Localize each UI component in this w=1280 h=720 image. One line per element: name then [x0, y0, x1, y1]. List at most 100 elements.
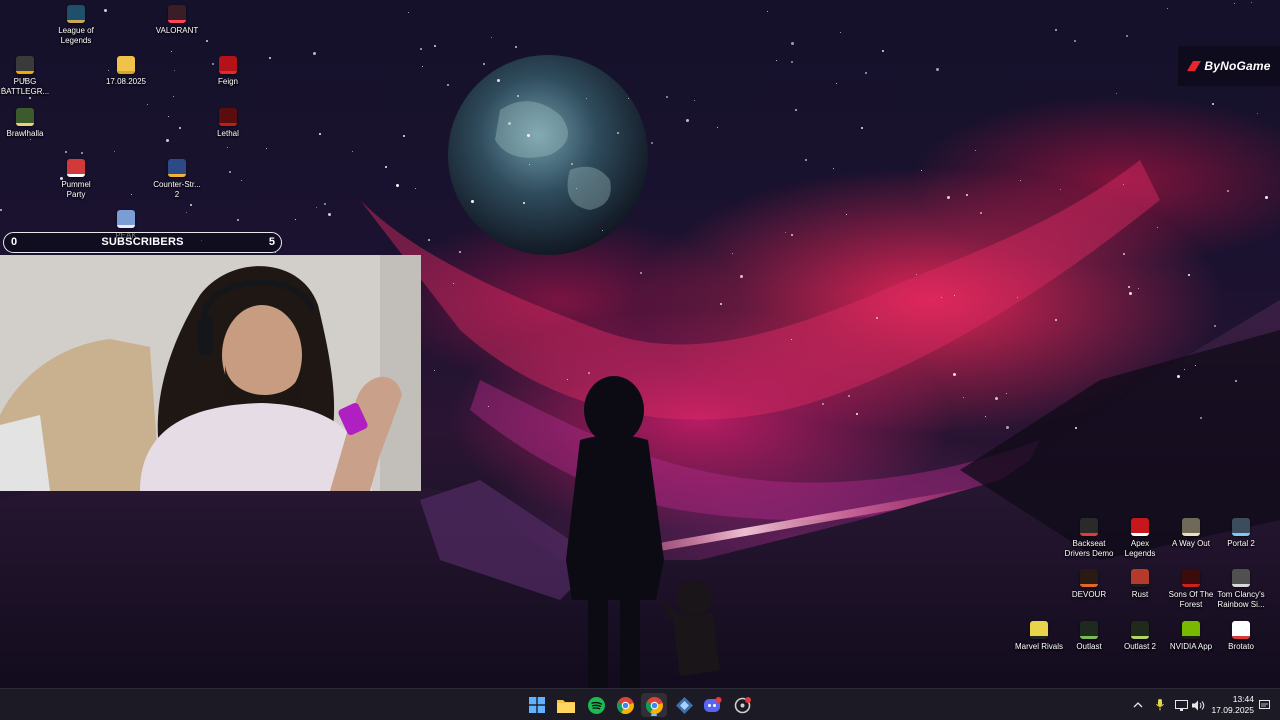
desktop-icon-rainbow-six[interactable]: Tom Clancy's Rainbow Si... [1205, 569, 1277, 615]
taskbar-clock[interactable]: 13:44 17.09.2025 [1204, 694, 1254, 716]
star [916, 274, 917, 275]
star [269, 57, 271, 59]
desktop-icon-label: Pummel Party [61, 180, 91, 199]
valorant-icon [168, 5, 186, 23]
star [833, 168, 834, 169]
star [1129, 292, 1132, 295]
star [523, 202, 525, 204]
star [686, 119, 689, 122]
desktop-icon-league-of-legends[interactable]: League of Legends [40, 5, 112, 51]
star [717, 127, 718, 128]
star [237, 219, 239, 221]
star [434, 370, 435, 371]
star [791, 234, 793, 236]
desktop-icon-pummel-party[interactable]: Pummel Party [40, 159, 112, 205]
spotify-icon[interactable] [583, 693, 609, 717]
star [694, 100, 695, 101]
star [776, 60, 777, 61]
star [488, 406, 489, 407]
notification-icon[interactable] [1256, 697, 1272, 713]
desktop-icon-portal-2[interactable]: Portal 2 [1205, 518, 1277, 564]
star [740, 275, 743, 278]
star [1075, 427, 1077, 429]
recording-app-icon[interactable] [729, 693, 755, 717]
star [1234, 3, 1235, 4]
star [396, 184, 399, 187]
file-explorer-icon[interactable] [553, 693, 579, 717]
star [640, 272, 642, 274]
star [434, 45, 436, 47]
star [947, 196, 950, 199]
desktop-icon-folder[interactable]: 17.08.2025 [90, 56, 162, 102]
desktop-icon-pubg[interactable]: PUBG BATTLEGR... [0, 56, 61, 102]
star [963, 397, 964, 398]
star [403, 135, 405, 137]
discord-icon[interactable] [700, 693, 726, 717]
star [266, 148, 267, 149]
star [229, 171, 231, 173]
chrome-icon[interactable] [612, 693, 638, 717]
network-icon[interactable] [1173, 697, 1189, 713]
star [422, 66, 423, 67]
backseat-drivers-icon [1080, 518, 1098, 536]
star [1126, 35, 1128, 37]
app-icon[interactable] [671, 693, 697, 717]
star [114, 151, 115, 152]
star [571, 163, 573, 165]
clock-date: 17.09.2025 [1211, 705, 1254, 715]
star [1227, 190, 1229, 192]
star [1055, 29, 1057, 31]
desktop-icon-valorant[interactable]: VALORANT [141, 5, 213, 51]
star [1128, 286, 1130, 288]
taskbar: 13:44 17.09.2025 [0, 688, 1280, 720]
star [508, 122, 511, 125]
desktop-icon-counter-strike[interactable]: Counter-Str... 2 [141, 159, 213, 205]
star [316, 207, 317, 208]
chrome-profile-icon[interactable] [641, 693, 667, 717]
webcam-feed [0, 255, 421, 491]
rainbow-six-icon [1232, 569, 1250, 587]
star [1265, 196, 1268, 199]
star [428, 239, 430, 241]
desktop-icon-brotato[interactable]: Brotato [1205, 621, 1277, 667]
desktop-icon-brawlhalla[interactable]: Brawlhalla [0, 108, 61, 154]
league-of-legends-icon [67, 5, 85, 23]
star [65, 151, 67, 153]
microphone-icon[interactable] [1152, 697, 1168, 713]
star [517, 95, 519, 97]
star [651, 142, 653, 144]
star [408, 12, 409, 13]
star [491, 37, 492, 38]
star [1123, 184, 1124, 185]
star [1200, 417, 1202, 419]
star [81, 152, 83, 154]
desktop-icon-lethal-company[interactable]: Lethal [192, 108, 264, 154]
star [666, 96, 668, 98]
star [795, 109, 797, 111]
star [953, 373, 956, 376]
clock-time: 13:44 [1232, 694, 1254, 704]
windows-start-icon[interactable] [524, 693, 550, 717]
outlast-icon [1080, 621, 1098, 639]
star [1006, 393, 1007, 394]
star [179, 127, 181, 129]
star [295, 219, 296, 220]
desktop-icon-label: PUBG BATTLEGR... [0, 77, 50, 96]
star [174, 70, 175, 71]
star [954, 295, 955, 296]
star [1074, 40, 1076, 42]
portal-2-icon [1232, 518, 1250, 536]
desktop-icon-label: 17.08.2025 [105, 77, 147, 86]
star [1055, 319, 1057, 321]
pubg-icon [16, 56, 34, 74]
counter-strike-icon [168, 159, 186, 177]
star [166, 139, 169, 142]
subscriber-goal-bar: 0 SUBSCRIBERS 5 [3, 232, 282, 253]
star [1138, 288, 1139, 289]
desktop-icon-label: Brotato [1228, 642, 1254, 651]
desktop-icon-feign[interactable]: Feign [192, 56, 264, 102]
star [497, 79, 500, 82]
chevron-up-icon[interactable] [1130, 697, 1146, 713]
brawlhalla-icon [16, 108, 34, 126]
star [628, 98, 629, 99]
